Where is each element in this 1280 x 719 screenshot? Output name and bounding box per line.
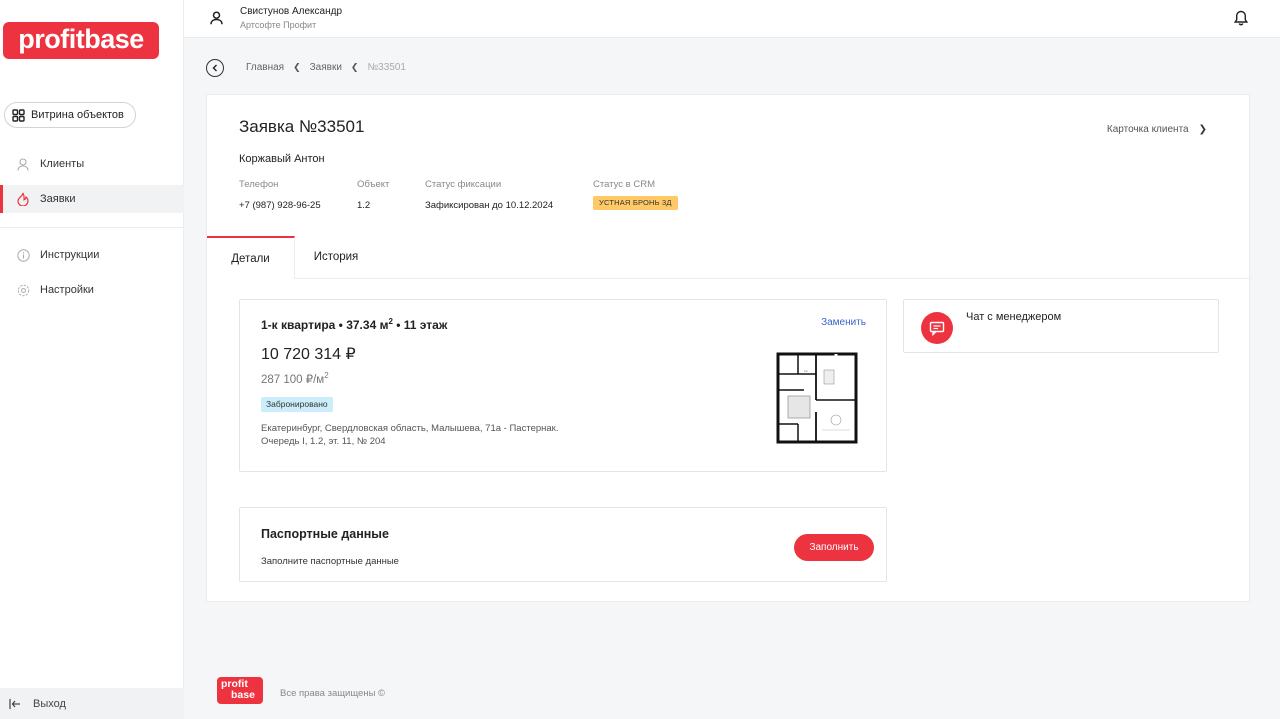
crm-status-label: Статус в CRM: [593, 179, 655, 190]
svg-text:1к: 1к: [804, 369, 808, 373]
tab-history[interactable]: История: [311, 236, 361, 278]
tabs-divider: [207, 278, 1251, 279]
sidebar-item-label: Инструкции: [40, 249, 100, 261]
user-avatar-icon[interactable]: [206, 8, 226, 28]
apartment-price: 10 720 314 ₽: [261, 346, 356, 363]
footer-copyright: Все права защищены ©: [280, 688, 386, 699]
logout-icon: [9, 698, 20, 709]
apartment-card: 1-к квартира • 37.34 м2 • 11 этаж Замени…: [239, 299, 887, 472]
grid-icon: [12, 108, 25, 122]
chat-label: Чат с менеджером: [966, 311, 1062, 323]
flame-icon: [16, 192, 30, 206]
footer-logo-line2: base: [231, 689, 255, 701]
crm-status-badge: УСТНАЯ БРОНЬ 3Д: [593, 196, 678, 210]
sidebar-item-clients[interactable]: Клиенты: [0, 150, 184, 178]
status-badge: Забронировано: [261, 397, 333, 412]
chevron-right-icon: ❯: [1198, 124, 1207, 135]
breadcrumb-orders[interactable]: Заявки: [310, 62, 342, 73]
chevron-left-icon: [212, 64, 217, 72]
sidebar: profitbase Витрина объектов Клиенты Заяв…: [0, 0, 184, 719]
footer-logo: profit base: [217, 677, 263, 704]
sidebar-item-settings[interactable]: Настройки: [0, 276, 184, 304]
replace-link[interactable]: Заменить: [821, 317, 866, 328]
client-name: Коржавый Антон: [239, 153, 325, 165]
phone-label: Телефон: [239, 179, 279, 190]
fill-passport-button[interactable]: Заполнить: [794, 534, 874, 561]
chevron-left-icon: ❮: [293, 62, 301, 72]
user-icon: [16, 157, 30, 171]
passport-card: Паспортные данные Заполните паспортные д…: [239, 507, 887, 582]
apartment-address: Екатеринбург, Свердловская область, Малы…: [261, 423, 559, 447]
breadcrumb-home[interactable]: Главная: [246, 62, 284, 73]
chat-icon: [921, 312, 953, 344]
sidebar-item-label: Заявки: [40, 193, 76, 205]
apartment-title-main: 1-к квартира • 37.34 м: [261, 318, 389, 332]
sidebar-item-label: Настройки: [40, 284, 94, 296]
sidebar-item-instructions[interactable]: Инструкции: [0, 241, 184, 269]
sidebar-item-orders[interactable]: Заявки: [0, 185, 184, 213]
phone-value: +7 (987) 928-96-25: [239, 200, 321, 211]
apartment-price-per-m: 287 100 ₽/м2: [261, 371, 329, 386]
gear-icon: [16, 283, 30, 297]
object-label: Объект: [357, 179, 390, 190]
user-company: Артсофте Профит: [240, 20, 317, 30]
passport-subtitle: Заполните паспортные данные: [261, 556, 399, 567]
showcase-button[interactable]: Витрина объектов: [4, 102, 136, 128]
breadcrumb: Главная ❮ Заявки ❮ №33501: [246, 62, 406, 73]
exit-label: Выход: [33, 697, 66, 710]
passport-title: Паспортные данные: [261, 527, 389, 541]
info-icon: [16, 248, 30, 262]
back-button[interactable]: [206, 59, 224, 77]
profitbase-logo[interactable]: profitbase: [3, 22, 159, 59]
exit-button[interactable]: Выход: [0, 688, 184, 719]
topbar: Свистунов Александр Артсофте Профит: [184, 0, 1280, 38]
user-name: Свистунов Александр: [240, 6, 343, 17]
tab-details[interactable]: Детали: [207, 236, 295, 279]
bell-icon[interactable]: [1233, 10, 1249, 31]
breadcrumb-current: №33501: [367, 62, 406, 73]
apartment-title-tail: • 11 этаж: [392, 318, 448, 332]
sidebar-item-label: Клиенты: [40, 158, 85, 170]
client-card-link[interactable]: Карточка клиента ❯: [1107, 124, 1207, 135]
manager-chat-card[interactable]: Чат с менеджером: [903, 299, 1219, 353]
price-per-m-main: 287 100 ₽/м: [261, 373, 325, 386]
object-value: 1.2: [357, 200, 371, 211]
chevron-left-icon: ❮: [350, 62, 359, 72]
page-title: Заявка №33501: [239, 117, 365, 136]
apartment-title: 1-к квартира • 37.34 м2 • 11 этаж: [261, 317, 447, 332]
floorplan-image[interactable]: 1к: [774, 350, 858, 444]
showcase-label: Витрина объектов: [31, 109, 124, 121]
sidebar-divider: [0, 227, 184, 228]
fix-status-label: Статус фиксации: [425, 179, 502, 190]
client-card-label: Карточка клиента: [1106, 124, 1189, 135]
fix-status-value: Зафиксирован до 10.12.2024: [425, 200, 554, 211]
price-per-m-sup: 2: [324, 371, 329, 380]
order-card: Заявка №33501 Карточка клиента ❯ Коржавы…: [206, 94, 1251, 602]
